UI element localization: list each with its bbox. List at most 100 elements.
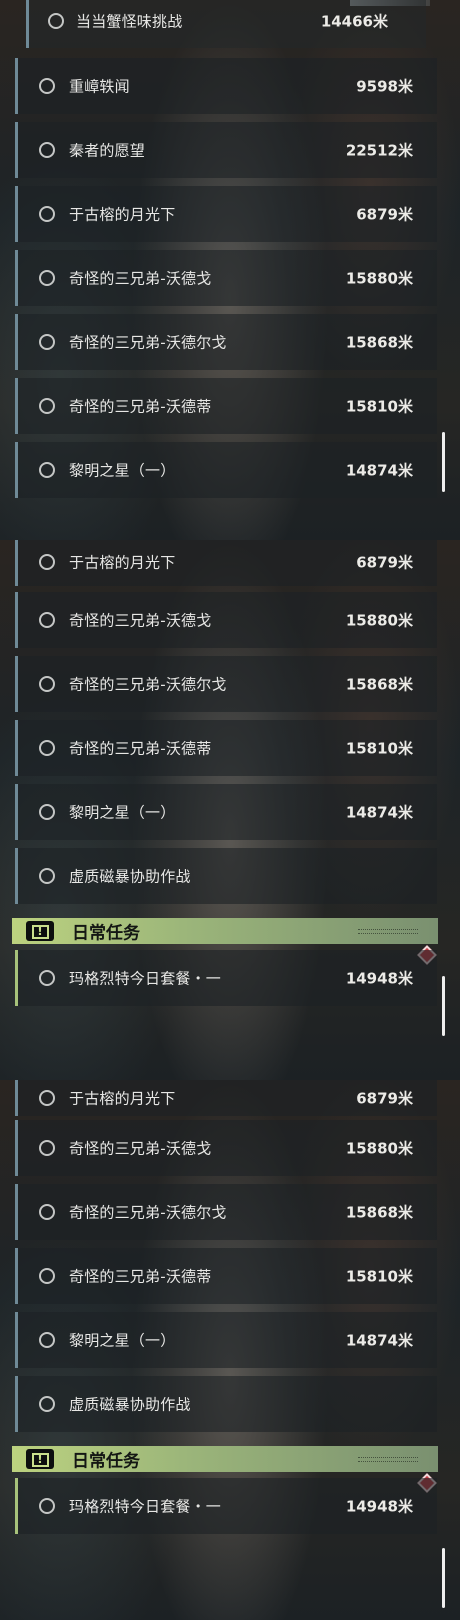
quest-row[interactable]: 奇怪的三兄弟-沃德戈 15880米: [15, 1120, 437, 1176]
quest-row[interactable]: 黎明之星（一） 14874米: [15, 1312, 437, 1368]
row-accent-bar: [15, 592, 18, 648]
daily-tasks-header[interactable]: ! 日常任务: [12, 918, 438, 944]
quest-row[interactable]: 虚质磁暴协助作战: [15, 848, 437, 904]
row-accent-bar: [15, 314, 18, 370]
row-accent-bar: [15, 378, 18, 434]
row-accent-bar: [15, 1184, 18, 1240]
quest-title: 当当蟹怪味挑战: [76, 12, 183, 31]
quest-row[interactable]: 奇怪的三兄弟-沃德戈 15880米: [15, 592, 437, 648]
quest-list-panel-1: 当当蟹怪味挑战 14466米 重嶂轶闻 9598米 秦者的愿望 22512米 于…: [0, 0, 460, 540]
alert-icon: !: [26, 1449, 54, 1469]
daily-quest-row[interactable]: 玛格烈特今日套餐・一 14948米: [15, 1478, 437, 1534]
quest-row[interactable]: 于古榕的月光下 6879米: [15, 186, 437, 242]
circle-icon: [39, 740, 55, 756]
daily-quest-row[interactable]: 玛格烈特今日套餐・一 14948米: [15, 950, 437, 1006]
quest-title: 奇怪的三兄弟-沃德蒂: [69, 397, 212, 416]
circle-icon: [39, 78, 55, 94]
section-title: 日常任务: [72, 1451, 140, 1472]
row-accent-bar: [15, 848, 18, 904]
scrollbar-thumb[interactable]: [442, 1548, 445, 1608]
quest-distance: 15810米: [345, 397, 413, 416]
quest-title: 重嶂轶闻: [69, 77, 130, 96]
quest-distance: 14466米: [320, 12, 388, 31]
circle-icon: [39, 676, 55, 692]
quest-title: 黎明之星（一）: [69, 803, 176, 822]
row-accent-bar: [15, 442, 18, 498]
quest-title: 于古榕的月光下: [69, 205, 176, 224]
quest-title: 黎明之星（一）: [69, 1331, 176, 1350]
circle-icon: [39, 398, 55, 414]
quest-row[interactable]: 于古榕的月光下 6879米: [15, 540, 437, 586]
quest-distance: 14874米: [345, 1331, 413, 1350]
quest-row[interactable]: 奇怪的三兄弟-沃德尔戈 15868米: [15, 1184, 437, 1240]
circle-icon: [48, 13, 64, 29]
quest-title: 虚质磁暴协助作战: [69, 867, 191, 886]
circle-icon: [39, 1332, 55, 1348]
circle-icon: [39, 142, 55, 158]
row-accent-bar: [15, 1312, 18, 1368]
circle-icon: [39, 1268, 55, 1284]
row-accent-bar: [15, 1478, 18, 1534]
alert-icon: !: [26, 921, 54, 941]
quest-title: 于古榕的月光下: [69, 1089, 176, 1108]
circle-icon: [39, 804, 55, 820]
circle-icon: [39, 1090, 55, 1106]
quest-title: 奇怪的三兄弟-沃德戈: [69, 611, 212, 630]
quest-title: 奇怪的三兄弟-沃德尔戈: [69, 1203, 227, 1222]
section-title: 日常任务: [72, 923, 140, 944]
quest-distance: 22512米: [345, 141, 413, 160]
quest-distance: 15868米: [345, 675, 413, 694]
row-accent-bar: [15, 1120, 18, 1176]
quest-row[interactable]: 当当蟹怪味挑战 14466米: [26, 0, 426, 48]
quest-title: 玛格烈特今日套餐・一: [69, 969, 222, 988]
quest-title: 奇怪的三兄弟-沃德尔戈: [69, 675, 227, 694]
quest-distance: 6879米: [356, 1089, 413, 1108]
quest-title: 奇怪的三兄弟-沃德戈: [69, 269, 212, 288]
row-accent-bar: [15, 186, 18, 242]
row-accent-bar: [26, 0, 29, 48]
quest-row[interactable]: 奇怪的三兄弟-沃德蒂 15810米: [15, 1248, 437, 1304]
row-accent-bar: [15, 1376, 18, 1432]
quest-row[interactable]: 于古榕的月光下 6879米: [15, 1080, 437, 1116]
quest-title: 奇怪的三兄弟-沃德戈: [69, 1139, 212, 1158]
row-accent-bar: [15, 58, 18, 114]
circle-icon: [39, 868, 55, 884]
quest-row[interactable]: 黎明之星（一） 14874米: [15, 442, 437, 498]
quest-row[interactable]: 奇怪的三兄弟-沃德尔戈 15868米: [15, 314, 437, 370]
quest-distance: 15880米: [345, 1139, 413, 1158]
quest-row[interactable]: 秦者的愿望 22512米: [15, 122, 437, 178]
quest-title: 奇怪的三兄弟-沃德蒂: [69, 739, 212, 758]
quest-list-panel-3: 于古榕的月光下 6879米 奇怪的三兄弟-沃德戈 15880米 奇怪的三兄弟-沃…: [0, 1080, 460, 1620]
row-accent-bar: [15, 720, 18, 776]
row-accent-bar: [15, 1080, 18, 1116]
quest-distance: 14874米: [345, 461, 413, 480]
quest-distance: 6879米: [356, 205, 413, 224]
circle-icon: [39, 1498, 55, 1514]
quest-distance: 14874米: [345, 803, 413, 822]
scrollbar-thumb[interactable]: [442, 432, 445, 492]
quest-row[interactable]: 奇怪的三兄弟-沃德蒂 15810米: [15, 720, 437, 776]
quest-title: 奇怪的三兄弟-沃德尔戈: [69, 333, 227, 352]
quest-title: 秦者的愿望: [69, 141, 146, 160]
header-decoration: [358, 929, 418, 934]
quest-distance: 9598米: [356, 77, 413, 96]
scrollbar-thumb[interactable]: [442, 976, 445, 1036]
quest-distance: 15810米: [345, 739, 413, 758]
quest-row[interactable]: 虚质磁暴协助作战: [15, 1376, 437, 1432]
quest-distance: 15810米: [345, 1267, 413, 1286]
row-accent-bar: [15, 1248, 18, 1304]
row-accent-bar: [15, 656, 18, 712]
circle-icon: [39, 612, 55, 628]
circle-icon: [39, 1140, 55, 1156]
quest-title: 奇怪的三兄弟-沃德蒂: [69, 1267, 212, 1286]
quest-row[interactable]: 奇怪的三兄弟-沃德戈 15880米: [15, 250, 437, 306]
circle-icon: [39, 1204, 55, 1220]
daily-tasks-header[interactable]: ! 日常任务: [12, 1446, 438, 1472]
quest-row[interactable]: 黎明之星（一） 14874米: [15, 784, 437, 840]
quest-distance: 15880米: [345, 269, 413, 288]
quest-row[interactable]: 奇怪的三兄弟-沃德蒂 15810米: [15, 378, 437, 434]
circle-icon: [39, 270, 55, 286]
quest-title: 玛格烈特今日套餐・一: [69, 1497, 222, 1516]
quest-row[interactable]: 奇怪的三兄弟-沃德尔戈 15868米: [15, 656, 437, 712]
quest-row[interactable]: 重嶂轶闻 9598米: [15, 58, 437, 114]
